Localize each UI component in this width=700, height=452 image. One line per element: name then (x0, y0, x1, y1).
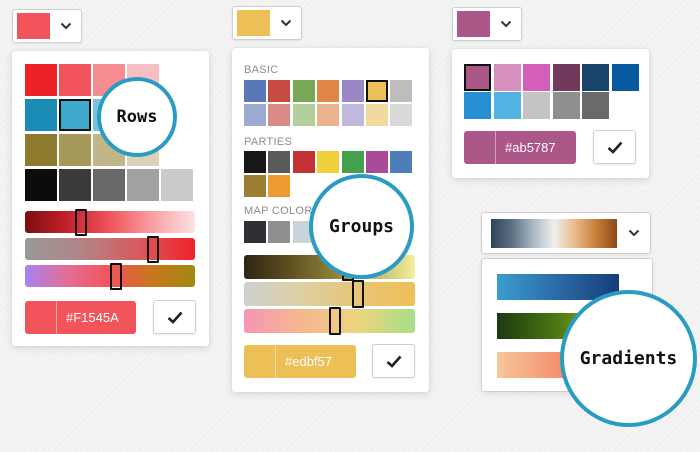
color-swatch[interactable] (493, 64, 521, 91)
rows-color-dropdown[interactable] (12, 9, 82, 43)
strip-handle[interactable] (352, 280, 364, 308)
groups-callout: Groups (309, 174, 414, 279)
chevron-down-icon (490, 20, 521, 28)
chevron-down-icon (617, 229, 650, 237)
hex-value-text: #ab5787 (505, 140, 556, 155)
color-swatch[interactable] (93, 169, 125, 201)
checkmark-icon (607, 141, 622, 154)
strip-handle[interactable] (329, 307, 341, 335)
color-swatch[interactable] (25, 169, 57, 201)
color-swatch[interactable] (366, 104, 388, 126)
strip-handle[interactable] (75, 209, 87, 236)
confirm-button[interactable] (372, 344, 415, 378)
group-label-basic: BASIC (244, 64, 279, 76)
color-swatch[interactable] (523, 92, 550, 119)
selected-color-swatch (17, 13, 50, 39)
color-preview (25, 301, 57, 334)
color-swatch[interactable] (341, 80, 364, 102)
color-swatch[interactable] (268, 104, 291, 126)
color-swatch[interactable] (464, 92, 491, 119)
color-swatch[interactable] (25, 64, 57, 96)
color-swatch[interactable] (292, 80, 315, 102)
color-swatch[interactable] (317, 151, 340, 173)
color-swatch[interactable] (244, 175, 266, 197)
color-swatch[interactable] (582, 64, 609, 91)
color-swatch[interactable] (317, 104, 340, 126)
color-swatch[interactable] (292, 151, 315, 173)
color-swatch[interactable] (523, 64, 550, 91)
group-label-parties: PARTIES (244, 136, 293, 148)
color-swatch[interactable] (161, 169, 193, 201)
color-swatch[interactable] (268, 221, 291, 243)
color-preview (244, 345, 276, 378)
chevron-down-icon (50, 22, 81, 30)
color-swatch[interactable] (59, 134, 91, 166)
callout-label: Gradients (579, 348, 678, 369)
selected-color-swatch (237, 10, 270, 36)
color-swatch[interactable] (341, 104, 364, 126)
strip-handle[interactable] (147, 236, 159, 263)
hex-value-text: #F1545A (66, 310, 119, 325)
hex-value-text: #edbf57 (285, 354, 332, 369)
color-swatch[interactable] (244, 80, 266, 102)
color-swatch[interactable] (268, 151, 291, 173)
color-swatch[interactable] (366, 80, 388, 102)
palette-strip-grey-yellow[interactable] (244, 282, 415, 306)
color-swatch[interactable] (464, 64, 491, 91)
color-swatch[interactable] (366, 151, 388, 173)
color-swatch[interactable] (341, 151, 364, 173)
palette-strip-grey-red[interactable] (25, 238, 195, 260)
color-swatch[interactable] (552, 92, 580, 119)
right-color-dropdown[interactable] (452, 7, 522, 41)
hex-value-field[interactable]: #F1545A (25, 301, 136, 334)
color-swatch[interactable] (25, 134, 57, 166)
callout-label: Rows (116, 107, 158, 127)
gradient-dropdown[interactable] (481, 212, 651, 254)
color-swatch[interactable] (390, 80, 413, 102)
strip-handle[interactable] (110, 263, 122, 290)
color-swatch[interactable] (244, 104, 266, 126)
color-swatch[interactable] (292, 104, 315, 126)
color-swatch[interactable] (127, 169, 159, 201)
confirm-button[interactable] (593, 130, 636, 164)
chevron-down-icon (270, 19, 301, 27)
color-swatch[interactable] (611, 64, 639, 91)
hex-value-field[interactable]: #ab5787 (464, 131, 576, 164)
color-swatch[interactable] (244, 151, 266, 173)
selected-gradient-preview (491, 218, 617, 248)
color-swatch[interactable] (268, 80, 291, 102)
color-swatch[interactable] (552, 64, 580, 91)
gradients-callout: Gradients (560, 290, 697, 427)
group-label-map-colors: MAP COLORS (244, 205, 321, 217)
selected-color-swatch (457, 11, 490, 37)
palette-strip-reds[interactable] (25, 211, 195, 233)
rows-callout: Rows (97, 77, 177, 157)
hex-value-field[interactable]: #edbf57 (244, 345, 356, 378)
color-swatch[interactable] (390, 151, 413, 173)
groups-color-dropdown[interactable] (232, 6, 302, 40)
color-swatch[interactable] (390, 104, 413, 126)
right-color-panel: #ab5787 (452, 49, 649, 178)
confirm-button[interactable] (153, 300, 196, 334)
checkmark-icon (386, 355, 401, 368)
color-swatch[interactable] (59, 169, 91, 201)
color-swatch[interactable] (59, 64, 91, 96)
color-preview (464, 131, 496, 164)
color-swatch[interactable] (59, 99, 91, 131)
color-swatch[interactable] (268, 175, 291, 197)
color-swatch[interactable] (317, 80, 340, 102)
callout-label: Groups (328, 216, 395, 237)
color-swatch[interactable] (244, 221, 266, 243)
checkmark-icon (167, 311, 182, 324)
color-swatch[interactable] (582, 92, 609, 119)
color-swatch[interactable] (493, 92, 521, 119)
color-swatch[interactable] (25, 99, 57, 131)
